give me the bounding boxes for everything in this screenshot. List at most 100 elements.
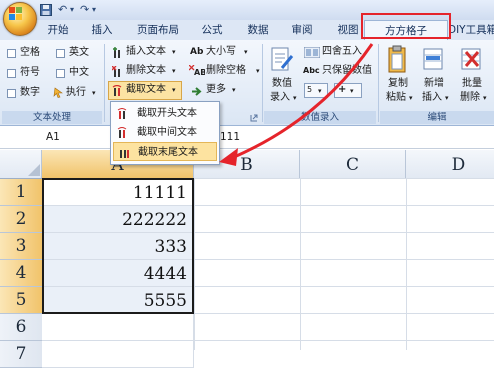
delete-text-button[interactable]: 删除文本	[126, 64, 166, 78]
checkbox-symbol-label: 符号	[20, 67, 40, 78]
undo-icon[interactable]: ↶	[58, 3, 67, 17]
numeric-entry-line1[interactable]: 数值	[272, 77, 292, 91]
keep-numbers-icon: Abc	[303, 66, 320, 75]
delete-space-dropdown-icon[interactable]: ▾	[256, 64, 260, 78]
quick-access-more-icon[interactable]: ▾	[92, 3, 96, 17]
batch-delete-icon	[461, 48, 481, 70]
cell-a7[interactable]	[42, 341, 194, 368]
plus-minus-icon: +	[338, 84, 347, 95]
formula-input[interactable]	[218, 127, 494, 147]
batch-delete-line1[interactable]: 批量	[462, 77, 482, 91]
tab-formulas[interactable]: 公式	[194, 20, 230, 40]
tab-diy-toolbox[interactable]: DIY工具箱	[448, 20, 494, 40]
case-dropdown-icon[interactable]: ▾	[244, 45, 248, 59]
row-header-1[interactable]: 1	[0, 179, 42, 206]
menu-item-extract-start-label: 截取开头文本	[137, 108, 197, 119]
round-button[interactable]: 四舍五入	[322, 45, 362, 59]
name-box-value: A1	[46, 131, 60, 143]
checkbox-english-label: 英文	[69, 47, 89, 58]
checkbox-space-label: 空格	[20, 47, 40, 58]
case-icon: Ab	[190, 47, 204, 57]
extract-text-menu: 截取开头文本 截取中间文本 截取末尾文本	[110, 101, 220, 165]
delete-space-button[interactable]: 删除空格	[206, 64, 246, 78]
numeric-entry-icon	[271, 47, 294, 71]
checkbox-chinese[interactable]	[56, 69, 65, 78]
extract-text-button[interactable]: 截取文本	[126, 83, 166, 97]
checkbox-number-label: 数字	[20, 87, 40, 98]
column-header-d[interactable]: D	[406, 150, 494, 178]
menu-item-extract-start[interactable]: 截取开头文本	[113, 104, 217, 123]
insert-text-icon	[113, 47, 120, 58]
copy-paste-line1[interactable]: 复制	[388, 77, 408, 91]
selection-border	[42, 178, 194, 314]
execute-button[interactable]: 执行	[66, 86, 86, 100]
checkbox-english[interactable]	[56, 49, 65, 58]
more-dropdown-icon[interactable]: ▾	[232, 83, 236, 97]
tab-review[interactable]: 审阅	[284, 20, 320, 40]
new-insert-line1[interactable]: 新增	[424, 77, 444, 91]
row-header-5[interactable]: 5	[0, 287, 42, 314]
tab-insert[interactable]: 插入	[84, 20, 120, 40]
menu-item-extract-middle[interactable]: 截取中间文本	[113, 123, 217, 142]
formula-input-value: 111	[220, 131, 241, 143]
more-button[interactable]: 更多	[206, 83, 226, 97]
more-arrow-icon	[192, 87, 202, 96]
delete-text-icon	[112, 66, 120, 77]
group-divider	[262, 44, 263, 122]
numeric-entry-dropdown-icon[interactable]: ▾	[293, 91, 297, 105]
tab-highlight-box	[361, 13, 451, 39]
delete-space-icon: AB	[189, 65, 205, 76]
checkbox-symbol[interactable]	[7, 69, 16, 78]
copy-paste-dropdown-icon[interactable]: ▾	[409, 91, 413, 105]
save-icon[interactable]	[40, 4, 52, 16]
keep-numbers-button[interactable]: 只保留数值	[322, 64, 372, 78]
numeric-entry-line2[interactable]: 录入	[270, 91, 290, 105]
copy-paste-icon	[388, 45, 406, 73]
group-label-numeric-entry: 数值录入	[264, 111, 376, 124]
group-dialog-launcher-icon[interactable]	[250, 114, 258, 122]
plus-minus-dropdown-icon[interactable]: ▾	[350, 84, 354, 98]
tab-home[interactable]: 开始	[40, 20, 76, 40]
row-header-3[interactable]: 3	[0, 233, 42, 260]
copy-paste-line2[interactable]: 粘贴	[386, 91, 406, 105]
group-label-text-processing: 文本处理	[2, 111, 102, 124]
format-selector-icon: 5	[307, 85, 313, 94]
row-header-4[interactable]: 4	[0, 260, 42, 287]
menu-item-extract-end[interactable]: 截取末尾文本	[113, 142, 217, 161]
select-all-triangle-icon	[28, 164, 40, 176]
format-selector-dropdown-icon[interactable]: ▾	[318, 84, 322, 98]
extract-start-icon	[117, 108, 127, 119]
new-insert-line2[interactable]: 插入	[422, 91, 442, 105]
extract-text-dropdown-icon[interactable]: ▾	[172, 83, 176, 97]
group-label-edit: 编辑	[380, 111, 494, 124]
group-divider	[104, 44, 105, 122]
row-header-6[interactable]: 6	[0, 314, 42, 341]
case-button[interactable]: 大小写	[206, 45, 236, 59]
new-insert-icon	[423, 48, 443, 70]
redo-icon[interactable]: ↷	[80, 3, 89, 17]
column-header-c[interactable]: C	[300, 150, 406, 178]
insert-text-dropdown-icon[interactable]: ▾	[172, 45, 176, 59]
batch-delete-line2[interactable]: 删除	[460, 91, 480, 105]
group-divider	[378, 44, 379, 122]
cell-a6[interactable]	[42, 314, 194, 341]
tab-page-layout[interactable]: 页面布局	[130, 20, 186, 40]
checkbox-space[interactable]	[7, 49, 16, 58]
new-insert-dropdown-icon[interactable]: ▾	[445, 91, 449, 105]
delete-text-dropdown-icon[interactable]: ▾	[172, 64, 176, 78]
batch-delete-dropdown-icon[interactable]: ▾	[483, 91, 487, 105]
tab-data[interactable]: 数据	[240, 20, 276, 40]
checkbox-number[interactable]	[7, 89, 16, 98]
grid-cells-bcd[interactable]	[194, 178, 494, 350]
undo-dropdown-icon[interactable]: ▾	[70, 3, 74, 17]
round-icon	[304, 47, 320, 58]
checkbox-chinese-label: 中文	[69, 67, 89, 78]
execute-dropdown-icon[interactable]: ▾	[92, 86, 96, 100]
row-header-2[interactable]: 2	[0, 206, 42, 233]
row-header-7[interactable]: 7	[0, 341, 42, 368]
svg-text:AB: AB	[194, 68, 205, 76]
execute-icon[interactable]	[53, 87, 64, 98]
extract-text-icon	[112, 85, 122, 96]
insert-text-button[interactable]: 插入文本	[126, 45, 166, 59]
menu-item-extract-middle-label: 截取中间文本	[137, 127, 197, 138]
